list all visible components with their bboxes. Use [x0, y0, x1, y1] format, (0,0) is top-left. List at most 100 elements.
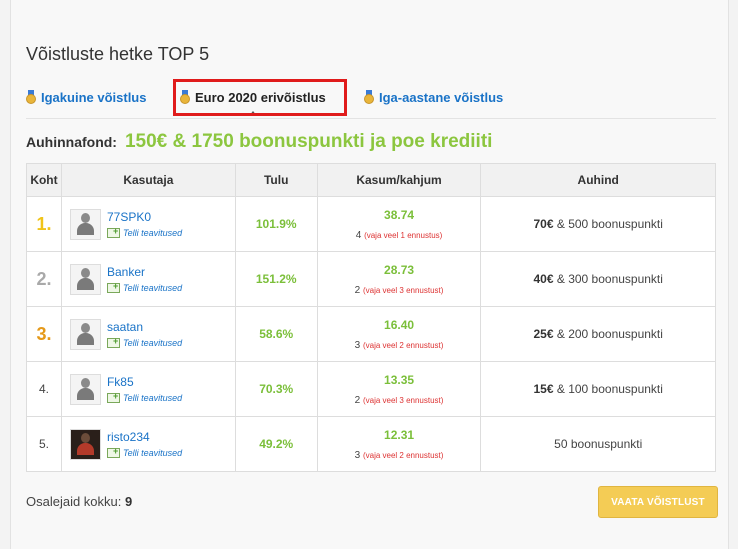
profit-cell: 38.74 4 (vaja veel 1 ennustus) — [316, 196, 482, 252]
col-header-user: Kasutaja — [60, 163, 236, 197]
yield-cell: 49.2% — [234, 416, 318, 472]
subscribe-notifications-link[interactable]: Telli teavitused — [106, 446, 183, 458]
avatar[interactable] — [69, 318, 101, 350]
participants-count: 9 — [125, 494, 133, 509]
tab-bar: Igakuine võistlus Euro 2020 erivõistlus … — [26, 86, 716, 116]
tab-divider — [26, 118, 716, 119]
tab-yearly[interactable]: Iga-aastane võistlus — [364, 86, 503, 108]
rank-cell: 5. — [26, 416, 62, 472]
prediction-count: 4 — [355, 229, 362, 241]
profit-cell: 13.35 2 (vaja veel 3 ennustust) — [316, 361, 482, 417]
notify-label: Telli teavitused — [122, 448, 183, 458]
table-row: 3. saatan Telli teavitused 58.6% 16.40 3… — [26, 306, 716, 362]
yield-cell: 151.2% — [234, 251, 318, 307]
predictions-needed: (vaja veel 3 ennustust) — [362, 285, 444, 295]
tab-label: Iga-aastane võistlus — [379, 89, 504, 105]
prize-fund-value: 150€ & 1750 boonuspunkti ja poe krediiti — [124, 131, 493, 152]
user-cell: saatan Telli teavitused — [60, 306, 236, 362]
predictions-needed: (vaja veel 2 ennustust) — [362, 450, 444, 460]
notify-label: Telli teavitused — [122, 228, 183, 238]
medal-icon — [364, 90, 374, 104]
yield-cell: 70.3% — [234, 361, 318, 417]
table-row: 4. Fk85 Telli teavitused 70.3% 13.35 2 (… — [26, 361, 716, 417]
yield-cell: 101.9% — [234, 196, 318, 252]
subscribe-notifications-link[interactable]: Telli teavitused — [106, 226, 183, 238]
avatar[interactable] — [69, 263, 101, 295]
prize-points: & 200 boonuspunkti — [553, 327, 663, 341]
profit-value: 16.40 — [384, 317, 415, 332]
prize-points: 50 boonuspunkti — [554, 437, 643, 451]
yield-value: 58.6% — [259, 327, 294, 341]
rank-value: 5. — [38, 437, 49, 451]
subscribe-notifications-link[interactable]: Telli teavitused — [106, 281, 183, 293]
prediction-count: 3 — [354, 339, 361, 351]
notify-label: Telli teavitused — [122, 393, 183, 403]
competition-panel: Võistluste hetke TOP 5 Igakuine võistlus… — [10, 0, 729, 549]
table-row: 1. 77SPK0 Telli teavitused 101.9% 38.74 … — [26, 196, 716, 252]
subscribe-notifications-link[interactable]: Telli teavitused — [106, 391, 183, 403]
rank-value: 3. — [36, 323, 52, 344]
username-link[interactable]: saatan — [107, 320, 182, 334]
username-link[interactable]: 77SPK0 — [107, 210, 182, 224]
mail-add-icon — [106, 336, 120, 348]
table-header-row: Koht Kasutaja Tulu Kasum/kahjum Auhind — [26, 163, 716, 197]
username-link[interactable]: risto234 — [107, 430, 182, 444]
user-cell: risto234 Telli teavitused — [60, 416, 236, 472]
yield-value: 101.9% — [255, 217, 297, 231]
profit-value: 12.31 — [384, 427, 415, 442]
avatar[interactable] — [69, 428, 101, 460]
avatar[interactable] — [69, 208, 101, 240]
prize-cell: 50 boonuspunkti — [480, 416, 716, 472]
highlight-box — [173, 79, 347, 116]
rank-cell: 1. — [26, 196, 62, 252]
profit-value: 13.35 — [384, 372, 415, 387]
prize-cash: 15€ — [533, 382, 554, 396]
prize-cell: 70€ & 500 boonuspunkti — [480, 196, 716, 252]
table-row: 5. risto234 Telli teavitused 49.2% 12.31… — [26, 416, 716, 472]
predictions-needed: (vaja veel 2 ennustust) — [362, 340, 444, 350]
panel-title: Võistluste hetke TOP 5 — [26, 44, 210, 64]
yield-cell: 58.6% — [234, 306, 318, 362]
prize-points: & 100 boonuspunkti — [553, 382, 663, 396]
prediction-count: 3 — [354, 449, 361, 461]
user-cell: Fk85 Telli teavitused — [60, 361, 236, 417]
rank-cell: 2. — [26, 251, 62, 307]
subscribe-notifications-link[interactable]: Telli teavitused — [106, 336, 182, 348]
avatar[interactable] — [69, 373, 101, 405]
view-competition-button[interactable]: VAATA VÕISTLUST — [598, 486, 718, 518]
profit-value: 28.73 — [384, 262, 415, 277]
rank-cell: 4. — [26, 361, 62, 417]
prize-cell: 15€ & 100 boonuspunkti — [480, 361, 716, 417]
profit-cell: 12.31 3 (vaja veel 2 ennustust) — [316, 416, 482, 472]
col-header-yield: Tulu — [234, 163, 318, 197]
profit-cell: 16.40 3 (vaja veel 2 ennustust) — [316, 306, 482, 362]
username-link[interactable]: Fk85 — [107, 375, 182, 389]
mail-add-icon — [106, 226, 120, 238]
col-header-profit: Kasum/kahjum — [316, 163, 482, 197]
profit-cell: 28.73 2 (vaja veel 3 ennustust) — [316, 251, 482, 307]
yield-value: 151.2% — [255, 272, 297, 286]
mail-add-icon — [106, 391, 120, 403]
prize-cash: 70€ — [533, 217, 554, 231]
predictions-needed: (vaja veel 3 ennustust) — [362, 395, 444, 405]
prize-points: & 500 boonuspunkti — [553, 217, 663, 231]
participants-total: Osalejaid kokku: 9 — [26, 494, 132, 509]
col-header-prize: Auhind — [480, 163, 716, 197]
predictions-needed: (vaja veel 1 ennustus) — [364, 230, 443, 240]
prize-points: & 300 boonuspunkti — [553, 272, 663, 286]
prize-fund-label: Auhinnafond: — [26, 134, 117, 150]
prize-cash: 25€ — [533, 327, 554, 341]
prize-cell: 25€ & 200 boonuspunkti — [480, 306, 716, 362]
notify-label: Telli teavitused — [122, 283, 183, 293]
medal-icon — [26, 90, 36, 104]
rank-value: 2. — [36, 268, 52, 289]
mail-add-icon — [106, 281, 120, 293]
prediction-count: 2 — [354, 394, 361, 406]
user-cell: Banker Telli teavitused — [60, 251, 236, 307]
prize-cell: 40€ & 300 boonuspunkti — [480, 251, 716, 307]
rank-cell: 3. — [26, 306, 62, 362]
profit-value: 38.74 — [384, 207, 415, 222]
username-link[interactable]: Banker — [107, 265, 182, 279]
tab-monthly[interactable]: Igakuine võistlus — [26, 86, 146, 108]
mail-add-icon — [106, 446, 120, 458]
